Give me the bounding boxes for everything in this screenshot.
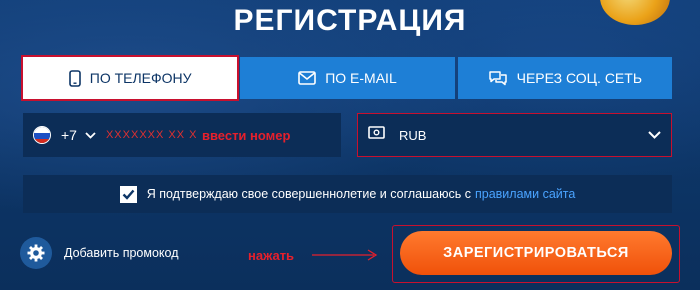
annotation-enter-number: ввести номер [201, 127, 291, 143]
promo-label: Добавить промокод [64, 246, 179, 260]
page-title: РЕГИСТРАЦИЯ [233, 4, 467, 37]
phone-field: +7 ввести номер [23, 113, 341, 157]
mail-icon [298, 71, 317, 85]
annotation-arrow-icon [312, 249, 378, 261]
agreement-checkbox[interactable] [119, 185, 137, 203]
agreement-text: Я подтверждаю свое совершеннолетие и сог… [147, 187, 576, 201]
registration-tabs: ПО ТЕЛЕФОНУ ПО E-MAIL ЧЕРЕЗ СОЦ. СЕТЬ [20, 55, 672, 101]
chevron-down-icon[interactable] [85, 126, 96, 144]
tab-label: ЧЕРЕЗ СОЦ. СЕТЬ [516, 70, 643, 86]
phone-input[interactable] [105, 125, 196, 145]
annotation-press: нажать [248, 248, 295, 263]
chevron-down-icon [648, 126, 661, 144]
tab-email[interactable]: ПО E-MAIL [240, 57, 455, 99]
agreement-text-label: Я подтверждаю свое совершеннолетие и сог… [146, 187, 471, 201]
phone-icon [68, 69, 81, 87]
gear-icon [20, 237, 52, 269]
money-icon [368, 126, 385, 144]
tab-label: ПО E-MAIL [325, 70, 397, 86]
country-code[interactable]: +7 [61, 127, 77, 143]
currency-value: RUB [399, 127, 427, 143]
site-rules-link[interactable]: правилами сайта [475, 187, 575, 201]
add-promo-button[interactable]: Добавить промокод [20, 237, 179, 269]
agreement-row: Я подтверждаю свое совершеннолетие и сог… [23, 175, 672, 213]
tab-phone[interactable]: ПО ТЕЛЕФОНУ [20, 55, 240, 101]
currency-select[interactable]: RUB [357, 113, 672, 157]
russia-flag-icon[interactable] [33, 126, 51, 144]
form-row-phone-currency: +7 ввести номер RUB [23, 113, 672, 157]
chat-icon [488, 70, 508, 87]
tab-label: ПО ТЕЛЕФОНУ [89, 70, 192, 86]
register-button[interactable]: ЗАРЕГИСТРИРОВАТЬСЯ [400, 231, 672, 275]
tab-social[interactable]: ЧЕРЕЗ СОЦ. СЕТЬ [457, 57, 672, 99]
